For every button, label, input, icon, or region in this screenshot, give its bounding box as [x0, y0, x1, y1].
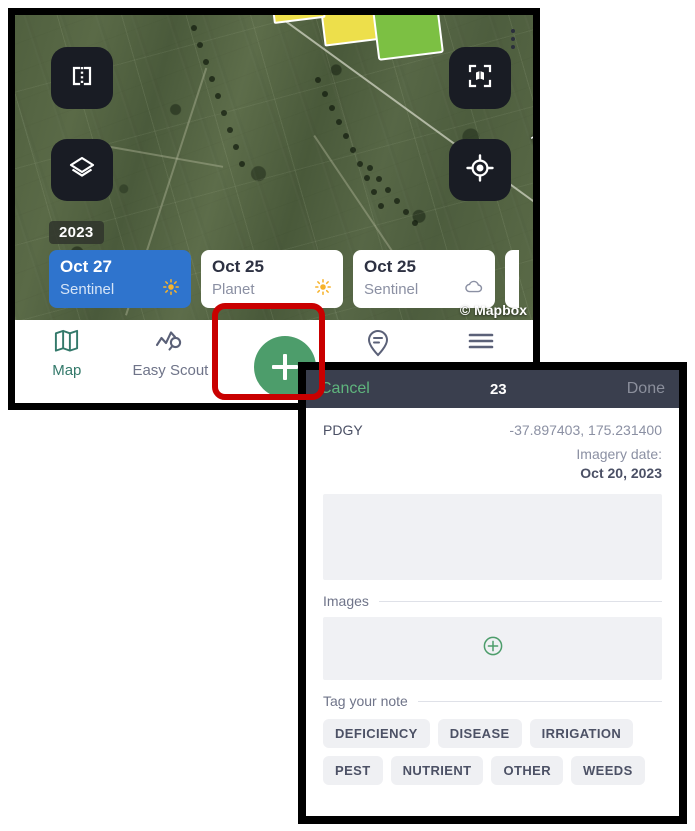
plus-circle-icon — [482, 635, 504, 662]
dot — [511, 45, 515, 49]
tab-map[interactable]: Map — [15, 328, 119, 379]
imagery-date-day: Oct 25 — [212, 257, 264, 276]
imagery-date-block: Imagery date: Oct 20, 2023 — [323, 445, 662, 483]
cancel-button[interactable]: Cancel — [320, 380, 370, 398]
dot — [511, 37, 515, 41]
done-button[interactable]: Done — [627, 380, 665, 398]
divider — [378, 600, 662, 602]
scout-chart-icon — [155, 328, 185, 359]
note-meta-row: PDGY -37.897403, 175.231400 — [323, 422, 662, 438]
note-editor-body: PDGY -37.897403, 175.231400 Imagery date… — [306, 408, 679, 785]
imagery-date-day: Oct 25 — [364, 257, 416, 276]
images-section-label: Images — [323, 593, 369, 609]
layers-button[interactable] — [51, 139, 113, 201]
imagery-date-card-1[interactable]: Oct 25 Planet — [201, 250, 343, 308]
tree-row — [367, 165, 418, 226]
more-imagery-dates-button[interactable] — [502, 29, 524, 49]
imagery-date-strip[interactable]: Oct 27 Sentinel Oct 25 Planet Oct 25 Sen… — [49, 250, 533, 308]
tag-chip[interactable]: WEEDS — [570, 756, 645, 785]
imagery-date-card-2[interactable]: Oct 25 Sentinel — [353, 250, 495, 308]
sunny-icon — [314, 278, 332, 301]
dot — [511, 29, 515, 33]
note-editor-panel: Cancel 23 Done PDGY -37.897403, 175.2314… — [298, 362, 687, 824]
tab-label-map: Map — [52, 362, 82, 379]
tree-row — [315, 77, 384, 209]
field-polygon[interactable] — [372, 15, 444, 61]
tab-menu[interactable] — [429, 328, 533, 362]
tags-section-header: Tag your note — [323, 693, 662, 709]
note-editor-header: Cancel 23 Done — [306, 370, 679, 408]
field-name: PDGY — [323, 422, 363, 438]
divider — [417, 700, 662, 702]
tab-notes[interactable] — [326, 328, 430, 366]
cloudy-icon — [464, 278, 484, 301]
compare-split-icon — [68, 62, 96, 95]
imagery-date-card-0[interactable]: Oct 27 Sentinel — [49, 250, 191, 308]
note-editor-title: 23 — [489, 380, 507, 398]
add-image-button[interactable] — [323, 617, 662, 680]
imagery-date-value: Oct 20, 2023 — [580, 465, 662, 481]
imagery-date-source: Sentinel — [60, 281, 115, 298]
tag-chip[interactable]: IRRIGATION — [529, 719, 634, 748]
hamburger-menu-icon — [466, 328, 496, 359]
note-pin-icon — [365, 328, 391, 363]
imagery-date-label: Imagery date: — [576, 446, 662, 462]
note-text-input[interactable] — [323, 494, 662, 580]
map-canvas[interactable]: N 2023 Oct 27 Sentinel Oct 25 Planet Oct… — [15, 15, 533, 320]
tag-chip[interactable]: DISEASE — [437, 719, 522, 748]
map-icon — [53, 328, 80, 359]
map-screen-panel: N 2023 Oct 27 Sentinel Oct 25 Planet Oct… — [8, 8, 540, 410]
tag-chip[interactable]: PEST — [323, 756, 383, 785]
locate-me-button[interactable] — [449, 139, 511, 201]
images-section-header: Images — [323, 593, 662, 609]
locate-crosshair-icon — [465, 153, 495, 188]
tags-section-label: Tag your note — [323, 693, 408, 709]
fit-map-button[interactable] — [449, 47, 511, 109]
tab-label-easy-scout: Easy Scout — [132, 362, 209, 379]
mapbox-attribution[interactable]: © Mapbox — [460, 302, 527, 318]
tree-row — [191, 25, 245, 167]
coordinates: -37.897403, 175.231400 — [509, 422, 662, 438]
imagery-date-day: Oct 27 — [60, 257, 112, 276]
compare-split-button[interactable] — [51, 47, 113, 109]
tab-easy-scout[interactable]: Easy Scout — [119, 328, 223, 379]
layers-icon — [67, 153, 97, 188]
imagery-date-source: Planet — [212, 281, 255, 298]
tag-chip[interactable]: OTHER — [491, 756, 563, 785]
imagery-date-card-partial[interactable] — [505, 250, 519, 308]
imagery-date-source: Sentinel — [364, 281, 419, 298]
tag-chip-list: DEFICIENCY DISEASE IRRIGATION PEST NUTRI… — [323, 719, 662, 785]
sunny-icon — [162, 278, 180, 301]
fit-map-icon — [466, 62, 494, 95]
tag-chip[interactable]: NUTRIENT — [390, 756, 484, 785]
year-badge: 2023 — [49, 221, 104, 244]
tag-chip[interactable]: DEFICIENCY — [323, 719, 430, 748]
